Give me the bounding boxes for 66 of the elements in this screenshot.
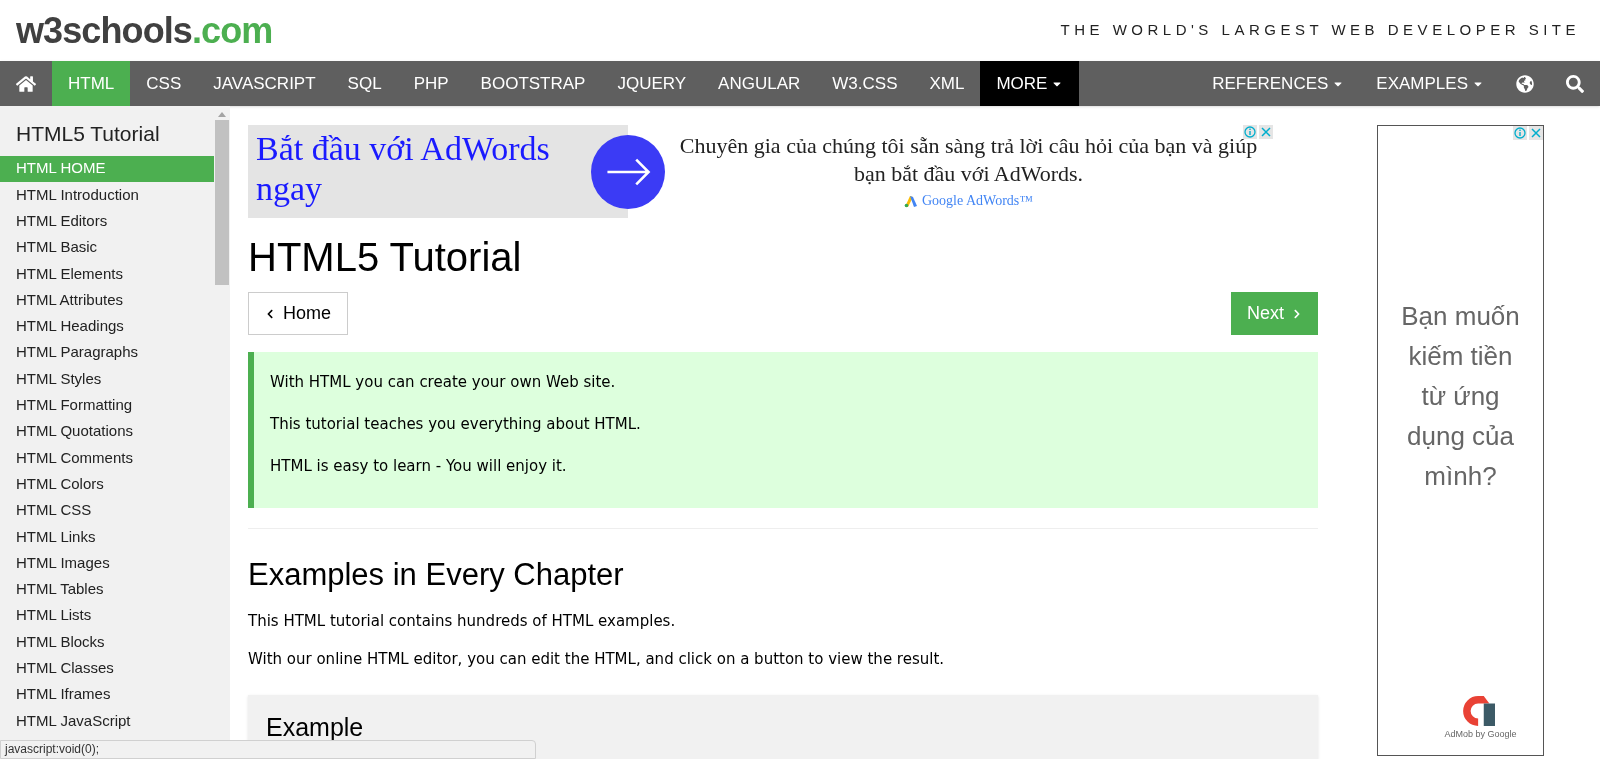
nav-tab[interactable]: ANGULAR	[702, 61, 817, 106]
sidebar-item[interactable]: HTML Introduction	[0, 181, 214, 209]
nav-tab[interactable]: W3.CSS	[816, 61, 914, 106]
side-ad-text: Bạn muốn kiếm tiền từ ứng dụng của mình?	[1400, 300, 1521, 493]
sidebar-item[interactable]: HTML Styles	[0, 365, 214, 393]
sidebar-item[interactable]: HTML Paragraphs	[0, 339, 214, 366]
scroll-up-icon[interactable]	[218, 112, 226, 117]
nav-tab[interactable]: XML	[913, 61, 981, 106]
nav-tab[interactable]: JAVASCRIPT	[197, 61, 332, 106]
site-tagline: THE WORLD'S LARGEST WEB DEVELOPER SITE	[1060, 20, 1581, 41]
sidebar-item[interactable]: HTML Quotations	[0, 418, 214, 445]
close-icon[interactable]	[1529, 126, 1543, 140]
info-icon[interactable]	[1243, 125, 1257, 139]
sidebar-item[interactable]: HTML Colors	[0, 471, 214, 498]
note-text: HTML is easy to learn - You will enjoy it.	[270, 456, 568, 477]
adwords-logo-icon	[904, 193, 918, 208]
scrollbar-thumb[interactable]	[215, 120, 229, 285]
sidebar-title: HTML5 Tutorial	[15, 121, 161, 147]
nav-dropdown[interactable]: EXAMPLES	[1360, 61, 1500, 106]
status-bar: javascript:void(0);	[0, 740, 536, 759]
close-icon[interactable]	[1259, 125, 1273, 139]
sidebar-item[interactable]: HTML Tables	[0, 576, 214, 603]
chevron-right-icon	[1292, 308, 1302, 319]
nav-tab[interactable]: BOOTSTRAP	[464, 61, 602, 106]
note-text: This tutorial teaches you everything about HTML.	[270, 414, 642, 435]
side-ad-brand: AdMob by Google	[1444, 727, 1517, 741]
chevron-left-icon	[265, 308, 275, 319]
sidebar-item[interactable]: HTML Elements	[0, 260, 214, 287]
home-icon	[16, 73, 36, 94]
banner-ad[interactable]: Bắt đầu với AdWords ngay Chuyên gia của chúng tôi sẵn sàng trả lời câu hỏi của bạn và giúp bạn bắt đầu với AdWords. Google AdWords™	[248, 125, 1272, 218]
home-button[interactable]: Home	[248, 292, 348, 335]
sidebar-item[interactable]: HTML Lists	[0, 602, 214, 629]
ad-brand: Google AdWords™	[922, 192, 1033, 210]
sidebar-item[interactable]: HTML CSS	[0, 497, 214, 524]
sidebar-item[interactable]: HTML Basic	[0, 234, 214, 261]
sidebar-item[interactable]: HTML Iframes	[0, 681, 214, 708]
side-ad[interactable]: Bạn muốn kiếm tiền từ ứng dụng của mình? AdMob by Google	[1377, 125, 1544, 756]
body-text: This HTML tutorial contains hundreds of HTML examples.	[248, 611, 677, 632]
section-title: Examples in Every Chapter	[248, 556, 625, 594]
nav-tab[interactable]: CSS	[130, 61, 198, 106]
search-icon	[1566, 74, 1584, 93]
example-title: Example	[266, 712, 365, 743]
admob-logo-icon	[1463, 695, 1498, 726]
nav-tab[interactable]: SQL	[331, 61, 398, 106]
globe-icon	[1516, 74, 1534, 93]
sidebar-item[interactable]: HTML Headings	[0, 313, 214, 340]
sidebar-item[interactable]: HTML Images	[0, 549, 214, 577]
nav-tab[interactable]: JQUERY	[601, 61, 703, 106]
nav-tab[interactable]: MORE	[980, 61, 1080, 106]
ad-body: Chuyên gia của chúng tôi sẵn sàng trả lời câu hỏi của bạn và giúp bạn bắt đầu với AdWords.	[678, 132, 1259, 188]
ad-headline: Bắt đầu với AdWords ngay	[248, 125, 628, 218]
site-logo[interactable]: w3schools.com	[16, 12, 273, 49]
body-text: With our online HTML editor, you can edit the HTML, and click on a button to view the result.	[248, 649, 946, 670]
sidebar-item[interactable]: HTML Classes	[0, 655, 214, 682]
nav-tab[interactable]: PHP	[397, 61, 465, 106]
sidebar-item[interactable]: HTML JavaScript	[0, 707, 214, 735]
note-text: With HTML you can create your own Web site.	[270, 372, 617, 393]
sidebar-item[interactable]: HTML Attributes	[0, 287, 214, 314]
page-title: HTML5 Tutorial	[248, 234, 523, 281]
sidebar-item[interactable]: HTML Editors	[0, 208, 214, 235]
sidebar-item[interactable]: HTML Comments	[0, 444, 214, 472]
sidebar-item[interactable]: HTML Links	[0, 523, 214, 550]
sidebar-item[interactable]: HTML Formatting	[0, 392, 214, 419]
info-icon[interactable]	[1513, 126, 1527, 140]
nav-dropdown[interactable]: REFERENCES	[1196, 61, 1361, 106]
sidebar-item[interactable]: HTML Blocks	[0, 628, 214, 656]
